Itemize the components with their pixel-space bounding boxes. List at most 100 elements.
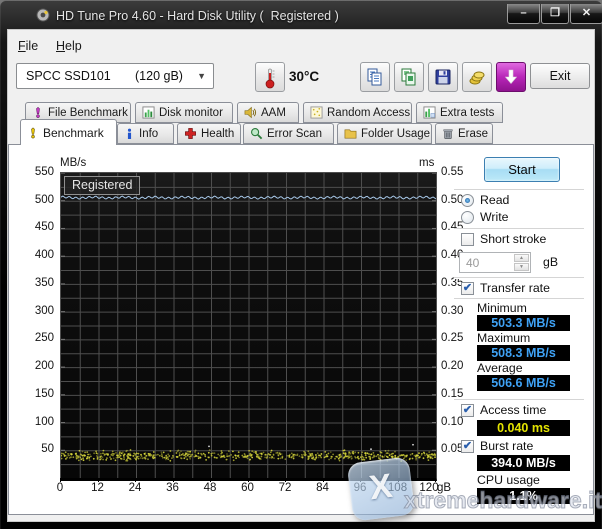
tab-label: Error Scan (267, 127, 322, 140)
registered-watermark: Registered (64, 176, 141, 195)
exit-button[interactable]: Exit (530, 63, 590, 89)
y-right-tick-label: 0.55 (441, 166, 464, 178)
coins-icon (467, 71, 487, 91)
x-tick-mark (285, 478, 286, 482)
separator (454, 298, 584, 299)
y-right-tick-label: 0.30 (441, 304, 464, 317)
tab-label: Disk monitor (159, 106, 223, 119)
x-tick-mark (247, 478, 249, 482)
tab-erase[interactable]: Erase (435, 123, 493, 144)
y-left-tick-label: 300 (34, 304, 54, 317)
stepper-up-icon[interactable]: ▲ (514, 254, 529, 262)
radio-dot (465, 198, 470, 203)
tab-info[interactable]: Info (117, 123, 174, 144)
x-tick-mark (135, 478, 136, 482)
close-button[interactable]: ✕ (570, 4, 602, 24)
menu-file[interactable]: File (13, 37, 43, 55)
short-stroke-unit: gB (543, 255, 559, 269)
maximize-button[interactable]: ❐ (541, 4, 569, 24)
file-benchmark-icon (36, 107, 40, 118)
burst-rate-label: Burst rate (480, 439, 534, 453)
tab-label: File Benchmark (48, 106, 128, 119)
average-label: Average (477, 361, 523, 375)
y-left-tick-label: 150 (34, 387, 54, 400)
drive-name: SPCC SSD101 (26, 69, 111, 83)
access-time-checkbox[interactable]: ✔ (461, 404, 474, 417)
separator (454, 399, 584, 400)
tab-error-scan[interactable]: Error Scan (243, 123, 334, 144)
x-tick-mark (210, 478, 211, 482)
benchmark-plot (60, 172, 437, 481)
copy-image-button[interactable] (394, 62, 424, 92)
maximum-value: 508.3 MB/s (477, 345, 570, 361)
minimum-label: Minimum (477, 301, 527, 315)
x-tick-mark (172, 478, 174, 482)
trash-icon (443, 129, 453, 139)
plot-canvas (60, 172, 437, 478)
y-left-tick-label: 250 (34, 332, 54, 345)
y-left-tick-label: 50 (41, 443, 54, 456)
separator (454, 189, 584, 190)
temperature-button[interactable] (255, 62, 285, 92)
minimize-button[interactable]: – (507, 4, 540, 24)
y-left-tick-label: 100 (34, 415, 54, 428)
x-tick-label: 36 (166, 482, 179, 494)
x-tick-label: 0 (56, 482, 64, 494)
x-tick-mark (60, 478, 61, 482)
tab-label: Benchmark (43, 125, 104, 140)
write-radio[interactable] (461, 211, 474, 224)
window-title: HD Tune Pro 4.60 - Hard Disk Utility ( R… (56, 9, 339, 23)
tab-health[interactable]: Health (177, 123, 241, 144)
app-window: HD Tune Pro 4.60 - Hard Disk Utility ( R… (0, 0, 602, 529)
registration-button[interactable] (462, 62, 492, 92)
access-time-label: Access time (480, 403, 547, 417)
read-radio[interactable] (461, 194, 474, 207)
start-button[interactable]: Start (484, 157, 560, 182)
average-value: 506.6 MB/s (477, 375, 570, 391)
transfer-rate-checkbox[interactable]: ✔ (461, 282, 474, 295)
read-label: Read (480, 193, 510, 207)
copy-text-button[interactable] (360, 62, 390, 92)
tab-disk-monitor[interactable]: Disk monitor (135, 102, 233, 123)
burst-rate-checkbox[interactable]: ✔ (461, 440, 474, 453)
tab-label: Random Access (327, 106, 411, 119)
transfer-rate-label: Transfer rate (480, 281, 550, 295)
tab-label: Info (139, 127, 159, 140)
disk-monitor-icon (142, 106, 155, 119)
y-right-tick-label: 0.20 (441, 360, 464, 373)
folder-icon (344, 129, 357, 139)
y-right-tick-label: 0.10 (441, 415, 464, 428)
stepper-down-icon[interactable]: ▼ (514, 263, 529, 271)
y-left-tick-label: 200 (34, 360, 54, 373)
x-tick-mark (97, 478, 99, 482)
tab-label: Extra tests (440, 106, 495, 119)
tab-label: Folder Usage (361, 127, 431, 140)
copy-image-icon (399, 68, 419, 91)
y-left-tick-label: 350 (34, 276, 54, 289)
copy-text-icon (365, 68, 385, 91)
tab-random-access[interactable]: Random Access (303, 102, 412, 123)
stepper-value: 40 (466, 256, 480, 270)
update-download-button[interactable] (496, 62, 526, 92)
burst-rate-value: 394.0 MB/s (477, 455, 570, 471)
tab-extra-tests[interactable]: Extra tests (416, 102, 503, 123)
short-stroke-checkbox[interactable] (461, 233, 474, 246)
menu-help[interactable]: Help (51, 37, 87, 55)
app-icon (36, 8, 50, 22)
download-arrow-icon (501, 69, 521, 91)
separator (454, 228, 584, 229)
y-left-tick-label: 400 (34, 249, 54, 262)
xtremehardware-watermark-text: xtremehardware.it (403, 487, 602, 514)
thermometer-icon (264, 68, 276, 93)
tab-folder-usage[interactable]: Folder Usage (337, 123, 432, 144)
health-cross-icon (185, 128, 196, 139)
short-stroke-label: Short stroke (480, 232, 547, 246)
tab-aam[interactable]: AAM (237, 102, 299, 123)
drive-select[interactable]: SPCC SSD101 (120 gB) ▼ (16, 63, 214, 89)
short-stroke-size-stepper[interactable]: 40 ▲ ▼ (459, 252, 531, 273)
save-button[interactable] (428, 62, 458, 92)
tab-benchmark[interactable]: Benchmark (20, 119, 117, 145)
tab-label: Health (201, 127, 235, 140)
random-access-icon (310, 106, 323, 119)
temperature-value: 30°C (289, 69, 320, 84)
